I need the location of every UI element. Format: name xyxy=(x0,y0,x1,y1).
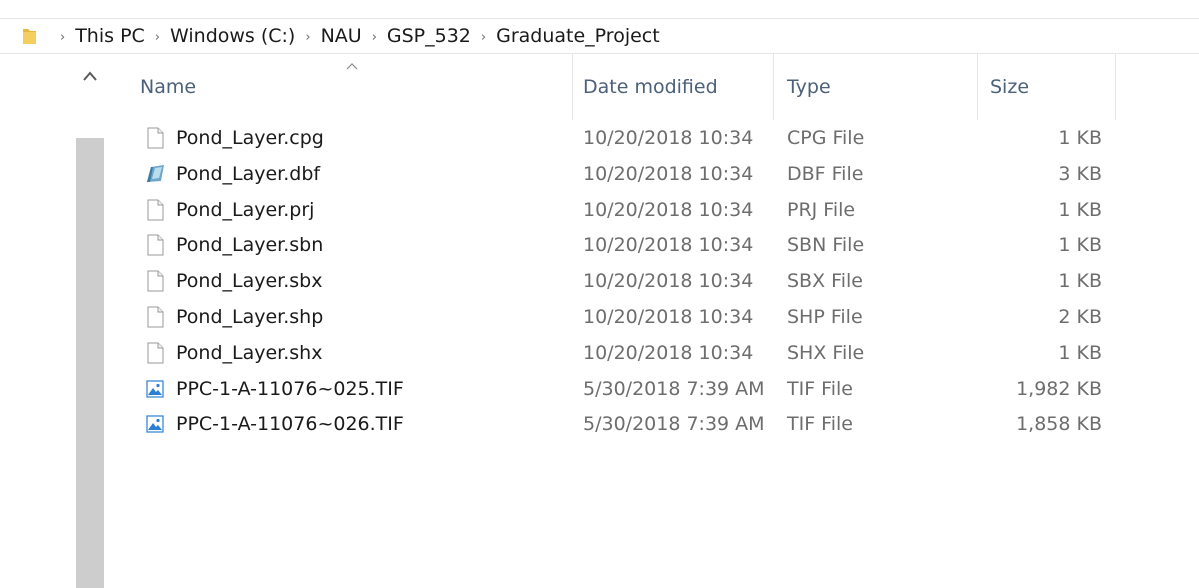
blank-file-icon xyxy=(144,342,166,364)
file-name: Pond_Layer.sbn xyxy=(176,234,324,257)
file-date-modified: 10/20/2018 10:34 xyxy=(583,270,754,293)
column-divider[interactable] xyxy=(572,54,573,120)
file-name: PPC-1-A-11076~025.TIF xyxy=(176,377,404,400)
image-file-icon xyxy=(144,413,166,435)
table-row[interactable]: Pond_Layer.sbx 10/20/2018 10:34 SBX File 1 … xyxy=(104,263,1199,299)
blank-file-icon xyxy=(144,199,166,221)
navigation-scrollbar[interactable] xyxy=(76,60,104,588)
file-type: SBX File xyxy=(787,270,863,293)
file-type: SHX File xyxy=(787,341,865,364)
file-type: TIF File xyxy=(787,377,853,400)
table-row[interactable]: Pond_Layer.shp 10/20/2018 10:34 SHP File 2 … xyxy=(104,299,1199,335)
address-bar[interactable]: › This PC › Windows (C:) › NAU › GSP_532… xyxy=(0,18,1199,54)
breadcrumb-gsp-532[interactable]: GSP_532 xyxy=(387,25,471,47)
breadcrumb-windows-c[interactable]: Windows (C:) xyxy=(170,25,295,47)
column-header-size[interactable]: Size xyxy=(990,54,1115,120)
blank-file-icon xyxy=(144,306,166,328)
file-date-modified: 10/20/2018 10:34 xyxy=(583,162,754,185)
file-date-modified: 10/20/2018 10:34 xyxy=(583,306,754,328)
file-date-modified: 5/30/2018 7:39 AM xyxy=(583,377,765,400)
file-list: Name Date modified Type Size Pond_Layer.… xyxy=(104,54,1199,588)
blank-file-icon xyxy=(144,234,166,256)
folder-icon xyxy=(23,29,36,44)
file-type: SBN File xyxy=(787,234,865,257)
column-divider[interactable] xyxy=(1115,54,1116,120)
file-size: 1 KB xyxy=(1058,234,1102,257)
file-date-modified: 10/20/2018 10:34 xyxy=(583,341,754,364)
column-divider[interactable] xyxy=(773,54,774,120)
table-row[interactable]: Pond_Layer.cpg 10/20/2018 10:34 CPG File 1 … xyxy=(104,120,1199,156)
column-header-name-label: Name xyxy=(140,76,197,98)
chevron-right-icon: › xyxy=(480,29,487,45)
file-size: 1,982 KB xyxy=(1016,377,1102,400)
file-name: PPC-1-A-11076~026.TIF xyxy=(176,413,404,436)
file-date-modified: 10/20/2018 10:34 xyxy=(583,198,754,221)
file-name: Pond_Layer.shx xyxy=(176,341,323,364)
scrollbar-thumb[interactable] xyxy=(76,138,104,588)
file-type: TIF File xyxy=(787,413,853,436)
file-date-modified: 5/30/2018 7:39 AM xyxy=(583,413,765,436)
file-size: 1,858 KB xyxy=(1016,413,1102,436)
column-divider[interactable] xyxy=(977,54,978,120)
table-row[interactable]: Pond_Layer.dbf 10/20/2018 10:34 DBF File 3 … xyxy=(104,156,1199,192)
file-size: 1 KB xyxy=(1058,341,1102,364)
file-name: Pond_Layer.cpg xyxy=(176,127,324,149)
sort-ascending-icon xyxy=(346,63,358,70)
file-size: 1 KB xyxy=(1058,270,1102,293)
database-file-icon xyxy=(144,163,166,185)
file-type: DBF File xyxy=(787,162,864,185)
column-header-date[interactable]: Date modified xyxy=(583,54,773,120)
file-date-modified: 10/20/2018 10:34 xyxy=(583,127,754,149)
file-size: 3 KB xyxy=(1058,162,1102,185)
file-size: 1 KB xyxy=(1058,198,1102,221)
table-row[interactable]: Pond_Layer.sbn 10/20/2018 10:34 SBN File 1 … xyxy=(104,227,1199,263)
file-name: Pond_Layer.shp xyxy=(176,306,324,328)
chevron-right-icon: › xyxy=(154,29,160,45)
file-type: PRJ File xyxy=(787,198,856,221)
chevron-up-icon[interactable] xyxy=(82,70,98,84)
breadcrumb-this-pc[interactable]: This PC xyxy=(75,25,145,47)
file-name: Pond_Layer.prj xyxy=(176,198,315,221)
chevron-right-icon: › xyxy=(305,29,311,45)
blank-file-icon xyxy=(144,270,166,292)
column-header-date-label: Date modified xyxy=(583,76,718,98)
column-header-type-label: Type xyxy=(787,76,831,98)
file-date-modified: 10/20/2018 10:34 xyxy=(583,234,754,257)
file-size: 2 KB xyxy=(1058,306,1102,328)
breadcrumb-graduate-project[interactable]: Graduate_Project xyxy=(496,25,660,47)
chevron-right-icon: › xyxy=(371,29,377,45)
chevron-right-icon: › xyxy=(60,29,66,45)
table-row[interactable]: PPC-1-A-11076~025.TIF 5/30/2018 7:39 AM TI… xyxy=(104,371,1199,407)
column-header-size-label: Size xyxy=(990,76,1030,98)
file-size: 1 KB xyxy=(1058,127,1102,149)
file-type: CPG File xyxy=(787,127,865,149)
column-header-type[interactable]: Type xyxy=(787,54,977,120)
table-row[interactable]: PPC-1-A-11076~026.TIF 5/30/2018 7:39 AM TI… xyxy=(104,406,1199,442)
file-name: Pond_Layer.sbx xyxy=(176,270,323,293)
file-name: Pond_Layer.dbf xyxy=(176,162,321,185)
file-type: SHP File xyxy=(787,306,863,328)
table-row[interactable]: Pond_Layer.prj 10/20/2018 10:34 PRJ File 1 … xyxy=(104,192,1199,228)
top-strip xyxy=(0,0,1199,18)
table-row[interactable]: Pond_Layer.shx 10/20/2018 10:34 SHX File 1 … xyxy=(104,335,1199,371)
blank-file-icon xyxy=(144,127,166,149)
image-file-icon xyxy=(144,378,166,400)
breadcrumb-nau[interactable]: NAU xyxy=(321,25,362,47)
